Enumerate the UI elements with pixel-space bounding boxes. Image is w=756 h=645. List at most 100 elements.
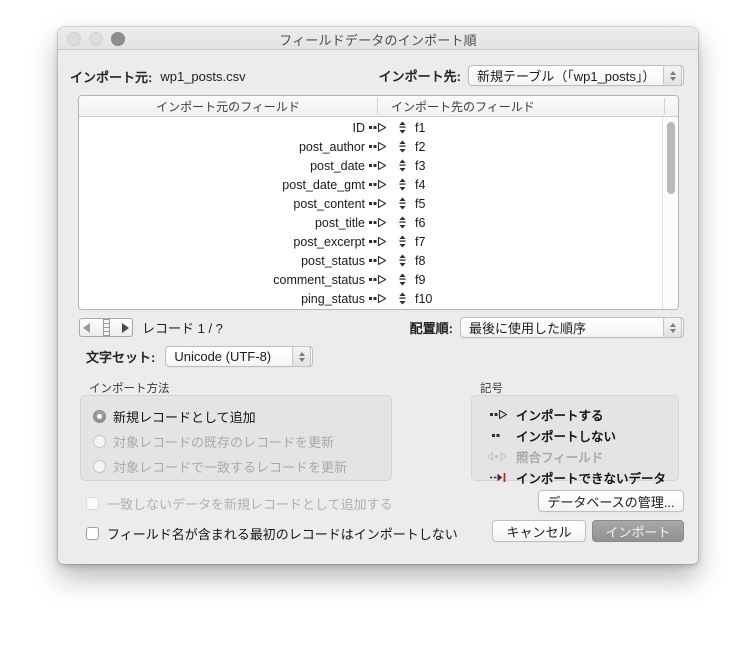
radio-import-method-0[interactable]: 新規レコードとして追加 — [93, 407, 256, 426]
reorder-handle-icon[interactable] — [391, 178, 413, 191]
table-row[interactable]: ID f1 — [79, 118, 678, 137]
chevron-updown-icon — [292, 346, 312, 367]
import-arrow-icon[interactable] — [365, 179, 391, 190]
import-arrow-icon[interactable] — [365, 255, 391, 266]
import-arrow-icon[interactable] — [365, 293, 391, 304]
import-destination-select[interactable]: 新規テーブル（「wp1_posts」） — [468, 65, 684, 86]
field-mapping-list[interactable]: インポート元のフィールド インポート先のフィールド ID f1 post_autho… — [78, 95, 679, 310]
table-row[interactable]: post_date f3 — [79, 156, 678, 175]
radio-label: 新規レコードとして追加 — [113, 410, 256, 425]
reorder-handle-icon[interactable] — [391, 292, 413, 305]
chevron-updown-icon — [663, 65, 682, 86]
import-method-title: インポート方法 — [89, 383, 170, 395]
target-field-name: f5 — [415, 196, 426, 211]
column-header-source: インポート元のフィールド — [156, 100, 300, 114]
reorder-handle-icon[interactable] — [391, 140, 413, 153]
source-field-name: ping_status — [301, 291, 365, 306]
reorder-handle-icon[interactable] — [391, 216, 413, 229]
field-mapping-header: インポート元のフィールド インポート先のフィールド — [79, 96, 678, 117]
import-source-value: wp1_posts.csv — [160, 69, 246, 84]
radio-label: 対象レコードの既存のレコードを更新 — [113, 435, 335, 450]
legend-label: インポートする — [516, 409, 604, 423]
scrollbar-thumb[interactable] — [667, 122, 675, 194]
character-set-label: 文字セット: — [86, 350, 156, 365]
table-row[interactable]: post_status f8 — [79, 251, 678, 270]
manage-database-button[interactable]: データベースの管理... — [538, 490, 684, 512]
legend-label: インポートしない — [516, 430, 617, 444]
import-arrow-icon[interactable] — [365, 198, 391, 209]
target-field-name: f3 — [415, 158, 426, 173]
target-field-name: f2 — [415, 139, 426, 154]
column-header-target: インポート先のフィールド — [391, 100, 535, 114]
radio-label: 対象レコードで一致するレコードを更新 — [113, 460, 348, 475]
reorder-handle-icon[interactable] — [391, 197, 413, 210]
book-spine-icon — [102, 319, 110, 336]
field-list-scrollbar[interactable] — [662, 117, 678, 309]
source-field-name: ID — [352, 120, 366, 135]
cancel-button[interactable]: キャンセル — [492, 520, 586, 542]
target-field-name: f1 — [415, 120, 426, 135]
import-arrow-icon[interactable] — [365, 274, 391, 285]
import-method-group: 新規レコードとして追加対象レコードの既存のレコードを更新 対象レコードで一致するレ… — [80, 395, 392, 481]
table-row[interactable]: ping_status f10 — [79, 289, 678, 308]
reorder-handle-icon[interactable] — [391, 273, 413, 286]
checkbox-label: 一致しないデータを新規レコードとして追加する — [107, 497, 393, 512]
record-navigation-control[interactable] — [79, 318, 133, 337]
source-field-name: post_date — [310, 158, 365, 173]
table-row[interactable]: post_author f2 — [79, 137, 678, 156]
source-field-name: post_status — [301, 253, 365, 268]
source-field-name: post_author — [298, 139, 365, 154]
legend-item-2: 照合フィールド — [482, 447, 603, 466]
import-arrow-icon[interactable] — [365, 236, 391, 247]
legend-label: 照合フィールド — [516, 451, 604, 465]
radio-button — [93, 435, 106, 448]
target-field-name: f7 — [415, 234, 426, 249]
reorder-handle-icon[interactable] — [391, 121, 413, 134]
radio-import-method-1: 対象レコードの既存のレコードを更新 — [93, 432, 334, 451]
table-row[interactable]: post_date_gmt f4 — [79, 175, 678, 194]
checkbox-box[interactable] — [86, 527, 99, 540]
nav-previous-record-icon[interactable] — [83, 322, 90, 333]
match-field-icon — [482, 451, 516, 462]
import-destination-label: インポート先: — [378, 69, 461, 84]
reorder-handle-icon[interactable] — [391, 254, 413, 267]
nav-next-record-icon[interactable] — [122, 322, 129, 333]
table-row[interactable]: comment_status f9 — [79, 270, 678, 289]
no-import-dots-icon — [482, 430, 516, 441]
import-source-label: インポート元: — [70, 70, 153, 85]
chevron-updown-icon — [663, 317, 682, 338]
window-titlebar: フィールドデータのインポート順 — [58, 27, 698, 50]
import-arrow-icon[interactable] — [365, 122, 391, 133]
target-field-name: f6 — [415, 215, 426, 230]
import-destination-value: 新規テーブル（「wp1_posts」） — [477, 69, 656, 84]
reorder-handle-icon[interactable] — [391, 235, 413, 248]
table-row[interactable]: post_excerpt f7 — [79, 232, 678, 251]
import-field-order-dialog: フィールドデータのインポート順 インポート元: wp1_posts.csv イン… — [58, 27, 698, 564]
import-arrow-icon[interactable] — [365, 141, 391, 152]
radio-import-method-2: 対象レコードで一致するレコードを更新 — [93, 457, 347, 476]
import-arrow-icon[interactable] — [365, 217, 391, 228]
not-importable-data-icon — [482, 472, 516, 483]
reorder-handle-icon[interactable] — [391, 159, 413, 172]
source-field-name: post_title — [314, 215, 365, 230]
target-field-name: f10 — [415, 291, 433, 306]
checkbox-add-unmatched-records[interactable]: 一致しないデータを新規レコードとして追加する — [86, 494, 393, 513]
symbols-legend-group: インポートする インポートしない 照合フィールド インポートできないデータ — [471, 395, 679, 486]
radio-button[interactable] — [93, 410, 106, 423]
checkbox-label: フィールド名が含まれる最初のレコードはインポートしない — [107, 527, 458, 542]
import-destination-row: インポート先: 新規テーブル（「wp1_posts」） — [379, 65, 684, 86]
arrange-order-select[interactable]: 最後に使用した順序 — [460, 317, 684, 338]
import-button[interactable]: インポート — [592, 520, 684, 542]
source-field-name: post_excerpt — [293, 234, 365, 249]
target-field-name: f4 — [415, 177, 426, 192]
symbols-legend-title: 記号 — [480, 383, 503, 395]
checkbox-box[interactable] — [86, 497, 99, 510]
character-set-value: Unicode (UTF-8) — [174, 349, 272, 364]
character-set-select[interactable]: Unicode (UTF-8) — [165, 346, 314, 367]
table-row[interactable]: post_content f5 — [79, 194, 678, 213]
legend-item-1: インポートしない — [482, 426, 616, 445]
import-arrow-icon[interactable] — [365, 160, 391, 171]
table-row[interactable]: post_title f6 — [79, 213, 678, 232]
arrange-order-label: 配置順: — [409, 321, 453, 336]
checkbox-skip-first-record[interactable]: フィールド名が含まれる最初のレコードはインポートしない — [86, 524, 458, 543]
